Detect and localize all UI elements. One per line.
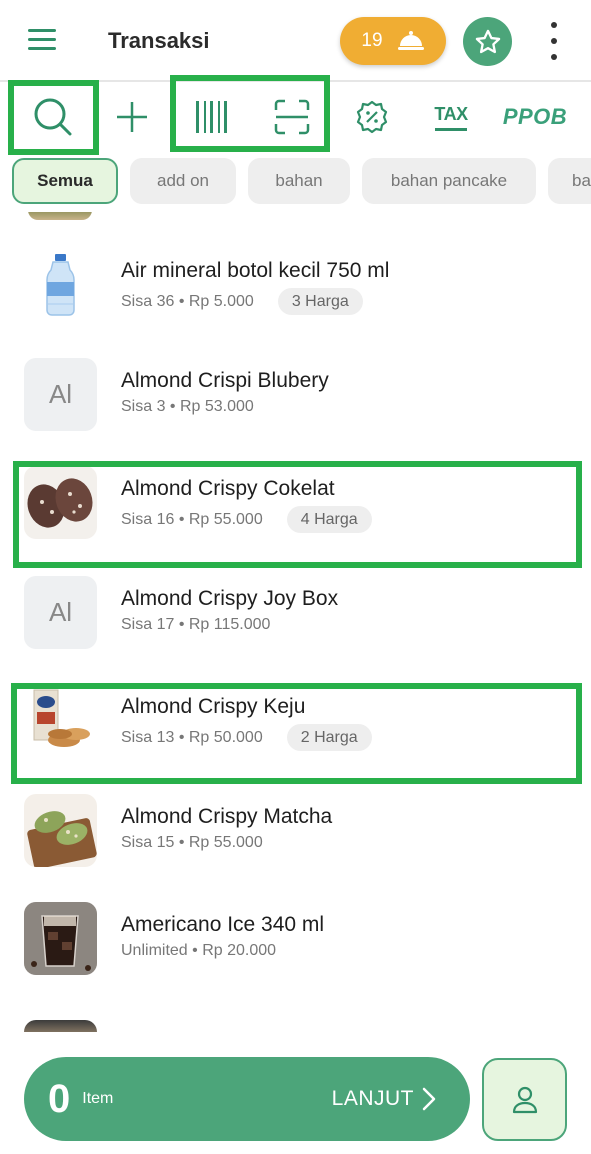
initials-thumbnail: Al (24, 358, 97, 431)
scan-icon (274, 99, 310, 135)
product-name: Almond Crispy Joy Box (121, 587, 339, 610)
product-item[interactable]: Air mineral botol kecil 750 ml Sisa 36 •… (0, 226, 591, 332)
chevron-right-icon (422, 1087, 436, 1111)
product-name: Almond Crispi Blubery (121, 369, 329, 392)
item-count-label: Item (82, 1090, 114, 1107)
barcode-button[interactable] (186, 90, 238, 144)
chip-add-on[interactable]: add on (130, 158, 236, 204)
product-meta: Sisa 13 • Rp 50.000 2 Harga (121, 724, 372, 751)
variant-badge: 3 Harga (277, 288, 363, 315)
user-icon (512, 1086, 537, 1113)
product-item[interactable]: Al Almond Crispy Joy Box Sisa 17 • Rp 11… (0, 554, 591, 660)
tax-icon: TAX (434, 103, 468, 124)
hamburger-menu-icon[interactable] (28, 29, 58, 51)
toolbar: TAX PPOB (0, 83, 591, 149)
product-item[interactable]: Americano Ice 340 ml Unlimited • Rp 20.0… (0, 880, 591, 986)
variant-badge: 2 Harga (286, 724, 372, 751)
product-meta: Sisa 17 • Rp 115.000 (121, 616, 271, 633)
product-item[interactable]: Almond Crispy Matcha Sisa 15 • Rp 55.000 (0, 772, 591, 878)
search-button[interactable] (18, 90, 88, 144)
product-name: Americano Ice 340 ml (121, 913, 325, 936)
product-meta: Sisa 15 • Rp 55.000 (121, 834, 263, 851)
next-label: LANJUT (332, 1087, 436, 1111)
scan-button[interactable] (266, 90, 318, 144)
app-header: Transaksi 19 (0, 0, 591, 82)
discount-button[interactable] (348, 90, 396, 144)
product-item[interactable]: Al Almond Crispi Blubery Sisa 3 • Rp 53.… (0, 336, 591, 442)
initials-thumbnail: Al (24, 576, 97, 649)
discount-icon (356, 100, 388, 134)
chip-bahan-pancake[interactable]: bahan pancake (362, 158, 536, 204)
star-icon (475, 29, 500, 53)
ppob-button[interactable]: PPOB (500, 90, 570, 144)
chip-semua[interactable]: Semua (12, 158, 118, 204)
variant-badge: 4 Harga (286, 506, 372, 533)
barcode-icon (196, 101, 227, 133)
ppob-logo: PPOB (502, 104, 568, 129)
product-meta: Sisa 3 • Rp 53.000 (121, 398, 254, 415)
chip-partial[interactable]: ba (548, 158, 591, 204)
product-name: Almond Crispy Cokelat (121, 477, 335, 500)
more-options-icon[interactable] (540, 20, 568, 62)
product-item[interactable]: Almond Crispy Cokelat Sisa 16 • Rp 55.00… (0, 444, 591, 550)
add-product-button[interactable] (108, 90, 156, 144)
plus-icon (117, 102, 147, 132)
service-bell-icon (397, 31, 424, 50)
search-icon (34, 98, 72, 136)
product-meta: Unlimited • Rp 20.000 (121, 942, 277, 959)
favorite-button[interactable] (463, 17, 512, 66)
product-item[interactable]: Almond Crispy Keju Sisa 13 • Rp 50.000 2… (0, 662, 591, 768)
chip-bahan[interactable]: bahan (248, 158, 350, 204)
product-name: Almond Crispy Matcha (121, 805, 333, 828)
customer-button[interactable] (482, 1058, 567, 1141)
tax-button[interactable]: TAX (428, 90, 474, 144)
cheese-cookie-thumbnail (24, 684, 97, 757)
category-filter: Semua add on bahan bahan pancake ba (0, 154, 591, 210)
product-name: Air mineral botol kecil 750 ml (121, 259, 390, 282)
item-count: 0 (48, 1076, 71, 1121)
product-list: Air mineral botol kecil 750 ml Sisa 36 •… (0, 212, 591, 1032)
matcha-cookie-thumbnail (24, 794, 97, 867)
product-name: Almond Crispy Keju (121, 695, 306, 718)
partial-thumbnail (24, 1020, 97, 1032)
checkout-button[interactable]: 0 Item LANJUT (24, 1057, 470, 1141)
page-title: Transaksi (108, 28, 210, 53)
open-orders-button[interactable]: 19 (340, 17, 446, 65)
water-bottle-thumbnail (24, 248, 97, 321)
iced-coffee-thumbnail (24, 902, 97, 975)
chocolate-cookie-thumbnail (24, 466, 97, 539)
product-meta: Sisa 16 • Rp 55.000 4 Harga (121, 506, 372, 533)
product-meta: Sisa 36 • Rp 5.000 3 Harga (121, 288, 363, 315)
order-count: 19 (361, 30, 383, 51)
partial-thumbnail (28, 212, 92, 220)
